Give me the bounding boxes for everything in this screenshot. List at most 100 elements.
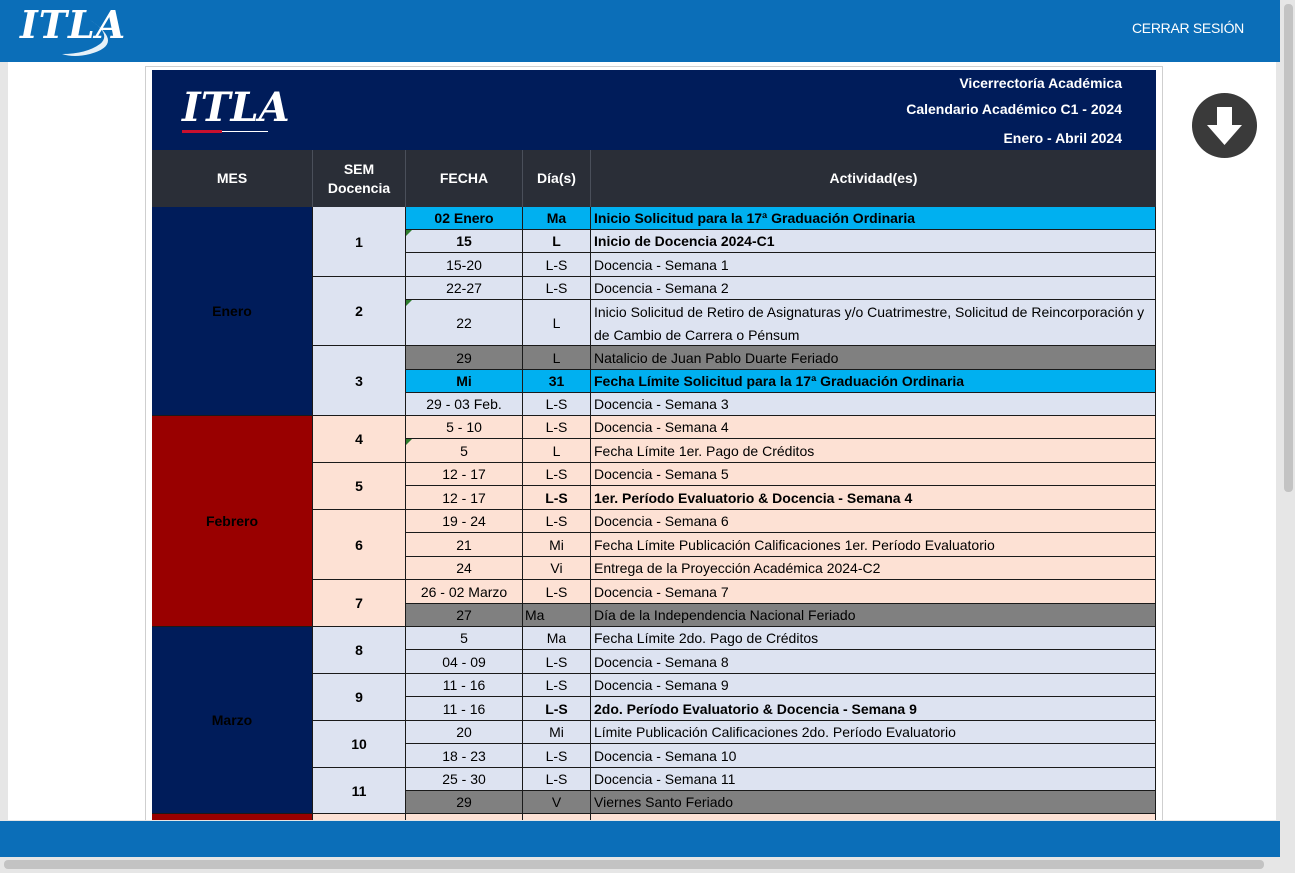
top-nav-bar: ITLA CERRAR SESIÓN	[0, 0, 1280, 62]
activity-cell: Fecha Límite 2do. Pago de Créditos	[591, 627, 1156, 650]
day-cell: L-S	[523, 697, 591, 721]
date-cell: 19 - 24	[406, 510, 523, 533]
activity-cell: Docencia - Semana 11	[591, 768, 1156, 791]
date-cell	[406, 814, 523, 820]
activity-cell: Límite Publicación Calificaciones 2do. P…	[591, 721, 1156, 744]
date-cell: Mi	[406, 370, 523, 393]
date-cell: 5 - 10	[406, 416, 523, 439]
date-cell: 04 - 09	[406, 650, 523, 674]
download-arrow-icon	[1207, 107, 1242, 145]
col-header-date: FECHA	[406, 150, 523, 207]
day-cell: L-S	[523, 253, 591, 277]
activity-cell: Natalicio de Juan Pablo Duarte Feriado	[591, 346, 1156, 370]
date-cell: 29 - 03 Feb.	[406, 393, 523, 416]
date-cell: 5	[406, 627, 523, 650]
date-cell: 5	[406, 439, 523, 463]
content-area: ITLA Vicerrectoría Académica Calendario …	[8, 62, 1276, 820]
day-cell	[523, 814, 591, 820]
day-cell: L-S	[523, 744, 591, 768]
day-cell: L	[523, 439, 591, 463]
activity-cell: Docencia - Semana 6	[591, 510, 1156, 533]
academic-calendar-image: ITLA Vicerrectoría Académica Calendario …	[145, 66, 1163, 820]
calendar-banner: ITLA Vicerrectoría Académica Calendario …	[152, 70, 1156, 150]
activity-cell	[591, 814, 1156, 820]
date-cell: 27	[406, 604, 523, 627]
logout-link[interactable]: CERRAR SESIÓN	[1132, 20, 1244, 36]
comment-marker-icon	[406, 230, 412, 236]
day-cell: L-S	[523, 510, 591, 533]
banner-department: Vicerrectoría Académica	[959, 75, 1122, 91]
day-cell: L-S	[523, 650, 591, 674]
activity-cell: Docencia - Semana 10	[591, 744, 1156, 768]
activity-cell: Fecha Límite 1er. Pago de Créditos	[591, 439, 1156, 463]
day-cell: L-S	[523, 580, 591, 604]
day-cell: L	[523, 346, 591, 370]
activity-cell: Día de la Independencia Nacional Feriado	[591, 604, 1156, 627]
month-cell: Marzo	[152, 627, 313, 814]
day-cell: V	[523, 791, 591, 814]
logo-red-underline	[182, 130, 222, 133]
activity-cell: Docencia - Semana 2	[591, 277, 1156, 300]
date-cell: 11 - 16	[406, 697, 523, 721]
horizontal-scrollbar[interactable]	[4, 860, 1264, 869]
day-cell: 31	[523, 370, 591, 393]
week-number-cell	[313, 814, 406, 820]
day-cell: Ma	[523, 604, 591, 627]
activity-cell: Viernes Santo Feriado	[591, 791, 1156, 814]
vertical-scrollbar[interactable]	[1284, 4, 1293, 492]
activity-cell: Docencia - Semana 8	[591, 650, 1156, 674]
week-number-cell: 6	[313, 510, 406, 580]
date-cell: 15	[406, 230, 523, 253]
date-cell: 20	[406, 721, 523, 744]
date-cell: 25 - 30	[406, 768, 523, 791]
col-header-activity: Actividad(es)	[829, 170, 918, 186]
day-cell: Vi	[523, 557, 591, 580]
date-cell: 12 - 17	[406, 486, 523, 510]
activity-cell: Docencia - Semana 7	[591, 580, 1156, 604]
month-cell: Enero	[152, 207, 313, 416]
table-header: MES SEM Docencia FECHA Día(s) Actividad(es)	[152, 150, 1156, 207]
date-cell: 15-20	[406, 253, 523, 277]
activity-cell: 2do. Período Evaluatorio & Docencia - Se…	[591, 697, 1156, 721]
col-header-month: MES	[152, 150, 313, 207]
month-cell	[152, 814, 313, 820]
week-number-cell: 4	[313, 416, 406, 463]
banner-title: Calendario Académico C1 - 2024	[906, 101, 1122, 117]
activity-cell: Docencia - Semana 1	[591, 253, 1156, 277]
activity-cell: Inicio Solicitud de Retiro de Asignatura…	[591, 300, 1156, 346]
activity-cell: Docencia - Semana 4	[591, 416, 1156, 439]
day-cell: L-S	[523, 768, 591, 791]
date-cell: 11 - 16	[406, 674, 523, 697]
week-number-cell: 7	[313, 580, 406, 627]
date-cell: 24	[406, 557, 523, 580]
week-number-cell: 11	[313, 768, 406, 814]
day-cell: L-S	[523, 393, 591, 416]
date-cell: 18 - 23	[406, 744, 523, 768]
activity-cell: Docencia - Semana 5	[591, 463, 1156, 486]
week-number-cell: 10	[313, 721, 406, 768]
date-cell: 22-27	[406, 277, 523, 300]
week-number-cell: 2	[313, 277, 406, 346]
date-cell: 29	[406, 791, 523, 814]
date-cell: 29	[406, 346, 523, 370]
activity-cell: Inicio Solicitud para la 17ª Graduación …	[591, 207, 1156, 230]
date-cell: 26 - 02 Marzo	[406, 580, 523, 604]
col-header-days: Día(s)	[523, 150, 591, 207]
activity-cell: Inicio de Docencia 2024-C1	[591, 230, 1156, 253]
activity-cell: Entrega de la Proyección Académica 2024-…	[591, 557, 1156, 580]
day-cell: L-S	[523, 674, 591, 697]
day-cell: L-S	[523, 463, 591, 486]
week-number-cell: 8	[313, 627, 406, 674]
month-cell: Febrero	[152, 416, 313, 627]
day-cell: L	[523, 300, 591, 346]
download-button[interactable]	[1192, 93, 1257, 158]
week-number-cell: 9	[313, 674, 406, 721]
col-header-week: SEM Docencia	[313, 150, 406, 207]
activity-cell: Fecha Límite Solicitud para la 17ª Gradu…	[591, 370, 1156, 393]
banner-period: Enero - Abril 2024	[1003, 130, 1122, 146]
date-cell: 21	[406, 533, 523, 557]
day-cell: L-S	[523, 277, 591, 300]
day-cell: L-S	[523, 486, 591, 510]
week-number-cell: 5	[313, 463, 406, 510]
date-cell: 02 Enero	[406, 207, 523, 230]
